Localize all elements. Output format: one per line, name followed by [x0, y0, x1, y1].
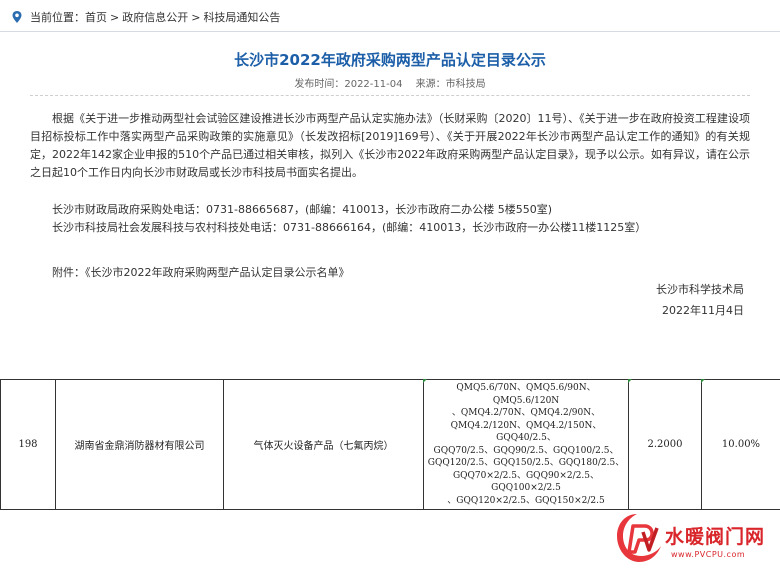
model-line: GQQ70×2/2.5、GQQ90×2/2.5、GQQ100×2/2.5	[452, 470, 600, 494]
breadcrumb-home[interactable]: 首页	[85, 9, 107, 25]
product-models: QMQ5.6/70N、QMQ5.6/90N、QMQ5.6/120N 、QMQ4.…	[423, 379, 629, 510]
table-row: 198 湖南省金鼎消防器材有限公司 气体灭火设备产品（七氟丙烷） QMQ5.6/…	[0, 379, 780, 510]
model-line: GQQ70/2.5、GQQ90/2.5、GQQ100/2.5、	[433, 445, 619, 456]
pv-logo-icon	[617, 514, 661, 562]
breadcrumb-separator: >	[110, 10, 120, 24]
article-body: 根据《关于进一步推动两型社会试验区建设推进长沙市两型产品认定实施办法》（长财采购…	[30, 112, 750, 179]
product-value: 2.2000	[628, 379, 702, 510]
article-meta: 发布时间：2022-11-04 来源：市科技局	[0, 75, 780, 90]
product-table: 198 湖南省金鼎消防器材有限公司 气体灭火设备产品（七氟丙烷） QMQ5.6/…	[0, 379, 780, 510]
model-line: 、QMQ4.2/70N、QMQ4.2/90N、	[451, 408, 601, 418]
breadcrumb: 当前位置： 首页 > 政府信息公开 > 科技局通知公告	[10, 8, 280, 26]
publish-time: 发布时间：2022-11-04	[294, 79, 403, 90]
watermark: 水暖阀门网 www.PVCPU.com	[613, 510, 780, 570]
contact-finance: 长沙市财政局政府采购处电话：0731-88665687，(邮编：410013，长…	[52, 203, 553, 216]
row-index: 198	[0, 379, 56, 510]
model-line: QMQ4.2/120N、QMQ4.2/150N、GQQ40/2.5、	[450, 420, 602, 444]
location-pin-icon	[12, 11, 22, 23]
watermark-url: www.PVCPU.com	[671, 550, 746, 559]
contact-science: 长沙市科技局社会发展科技与农村科技处电话：0731-88666164，(邮编：4…	[52, 221, 647, 234]
breadcrumb-separator: >	[191, 10, 201, 24]
model-line: QMQ5.6/70N、QMQ5.6/90N、QMQ5.6/120N	[456, 383, 596, 406]
model-line: 、GQQ120×2/2.5、GQQ150×2/2.5	[447, 495, 605, 506]
company-name: 湖南省金鼎消防器材有限公司	[55, 379, 224, 510]
breadcrumb-notices[interactable]: 科技局通知公告	[203, 9, 280, 25]
attachment-link[interactable]: 附件：《长沙市2022年政府采购两型产品认定目录公示名单》	[52, 264, 350, 280]
signature: 长沙市科学技术局	[656, 283, 744, 296]
signature-date: 2022年11月4日	[662, 304, 744, 317]
article-source: 来源：市科技局	[415, 79, 486, 90]
breadcrumb-prefix: 当前位置：	[30, 11, 85, 24]
title-divider	[30, 95, 750, 96]
watermark-text: 水暖阀门网	[665, 526, 766, 548]
model-line: GQQ120/2.5、GQQ150/2.5、GQQ180/2.5、	[427, 458, 625, 468]
header-divider	[0, 31, 780, 32]
product-rate: 10.00%	[701, 379, 780, 510]
page-title: 长沙市2022年政府采购两型产品认定目录公示	[234, 51, 546, 69]
product-name: 气体灭火设备产品（七氟丙烷）	[223, 379, 424, 510]
breadcrumb-gov-info[interactable]: 政府信息公开	[122, 9, 188, 25]
